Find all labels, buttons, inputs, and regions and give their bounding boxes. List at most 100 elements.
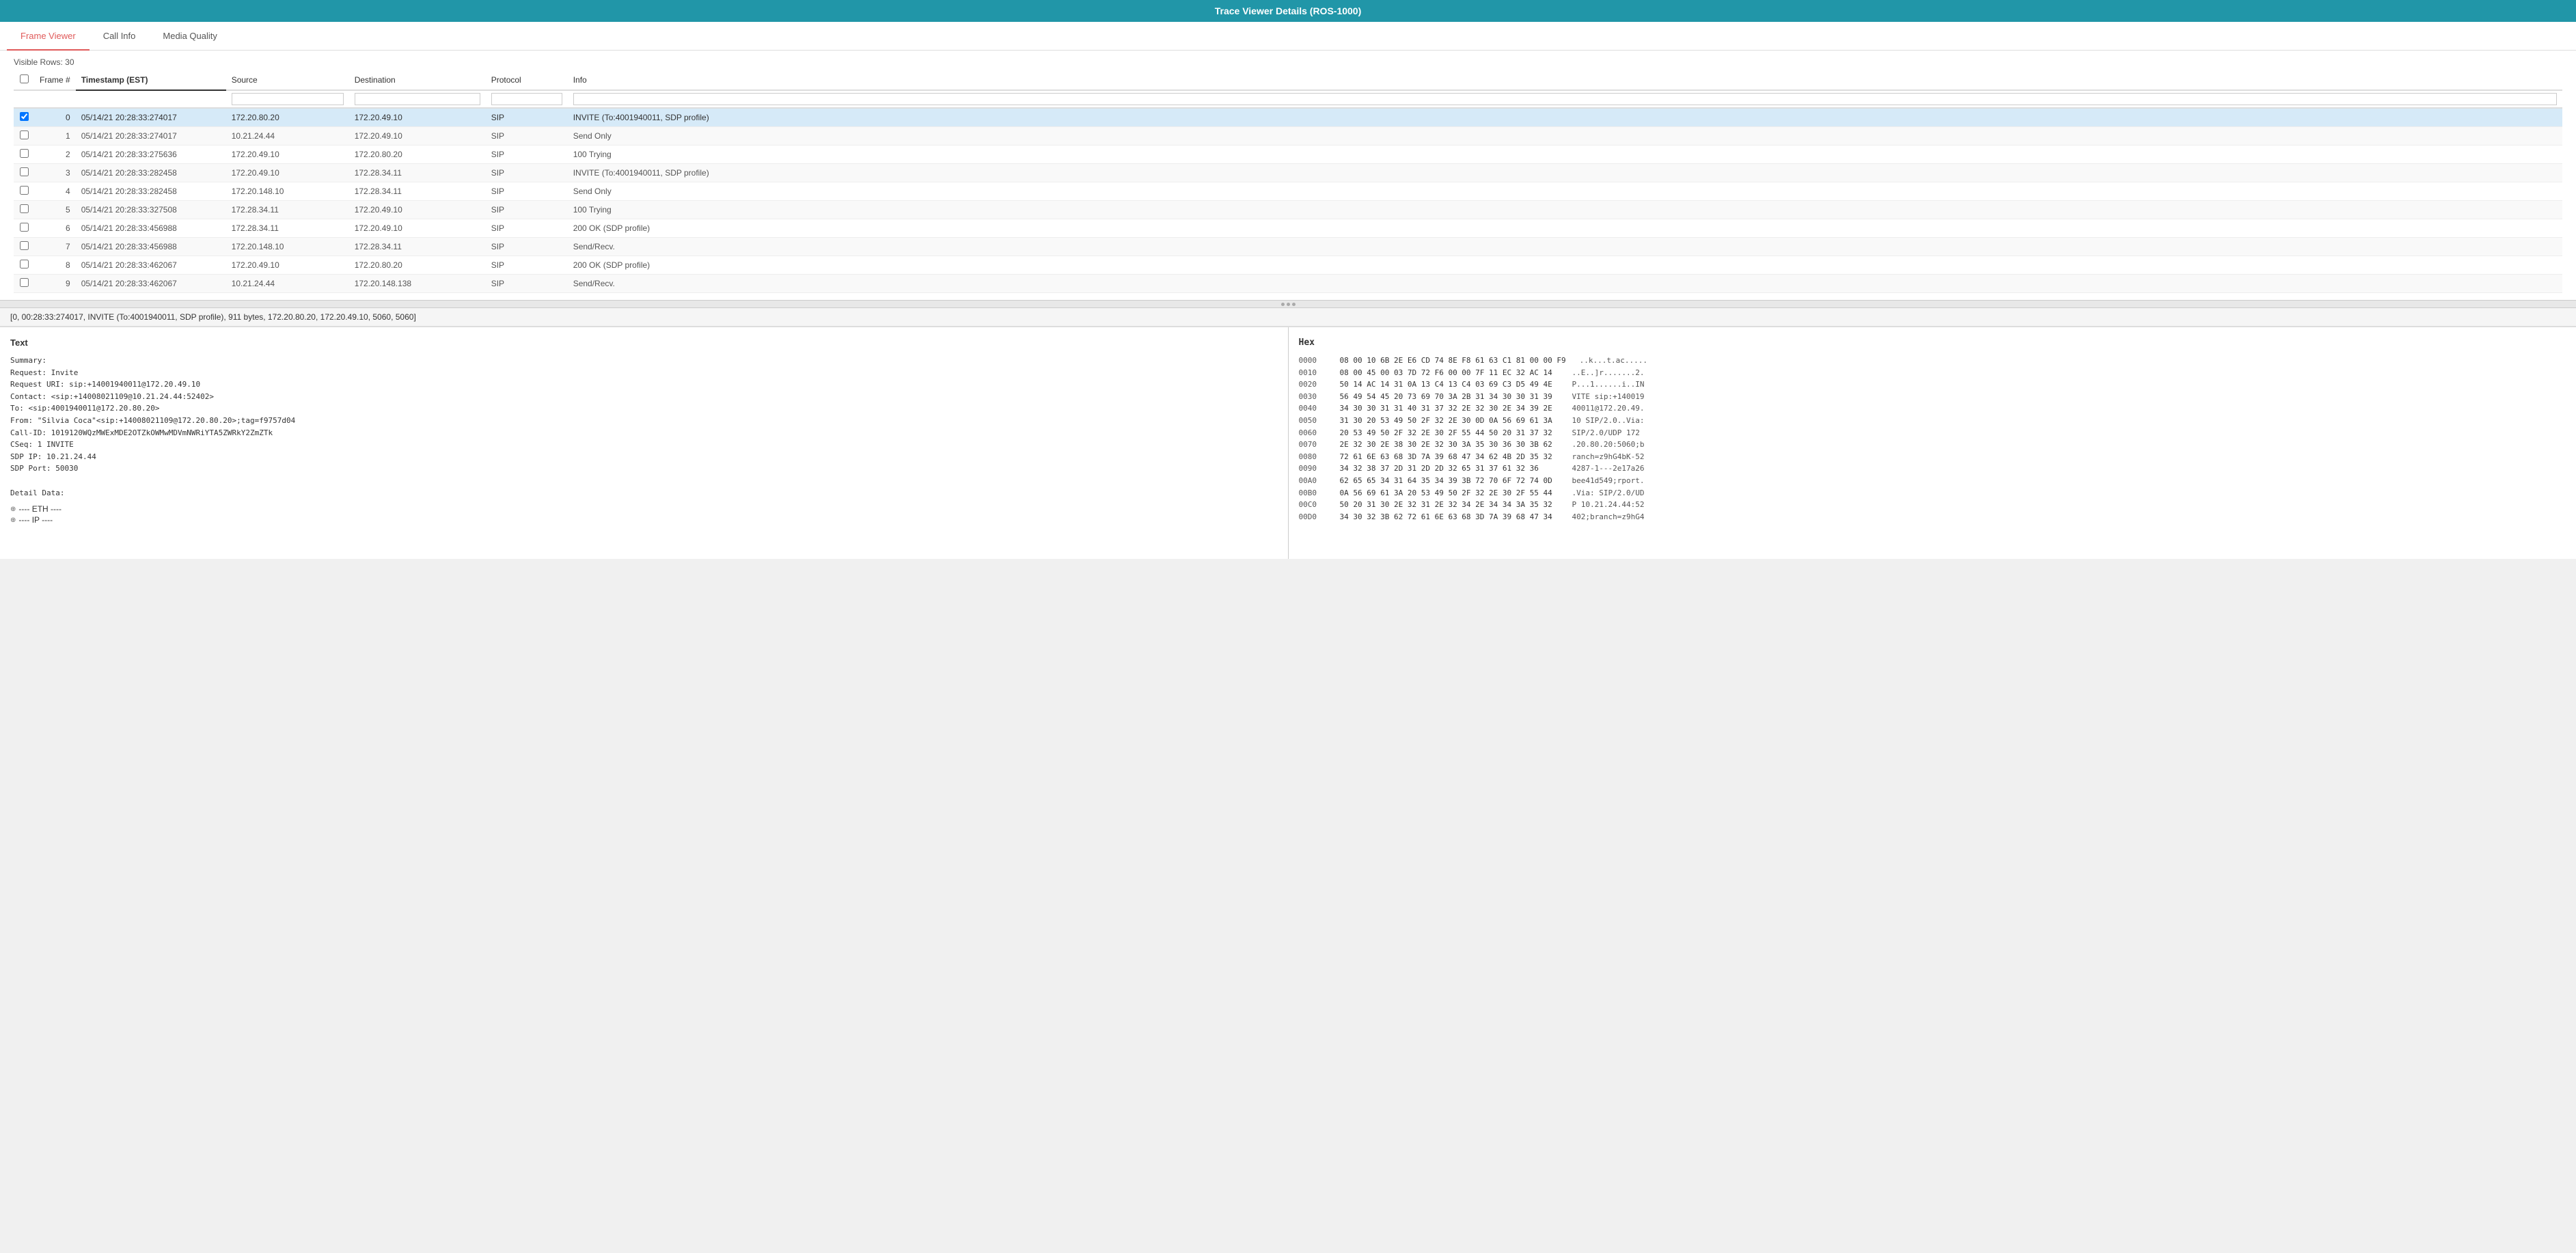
row-source: 172.20.148.10: [226, 182, 349, 201]
hex-ascii: P...1......i..IN: [1572, 378, 1645, 391]
hex-addr: 0050: [1299, 415, 1326, 427]
table-row[interactable]: 7 05/14/21 20:28:33:456988 172.20.148.10…: [14, 238, 2562, 256]
row-timestamp: 05/14/21 20:28:33:456988: [76, 219, 226, 238]
row-checkbox-cell: [14, 256, 34, 275]
row-info: 200 OK (SDP profile): [568, 256, 2562, 275]
row-info: Send Only: [568, 182, 2562, 201]
table-row[interactable]: 5 05/14/21 20:28:33:327508 172.28.34.11 …: [14, 201, 2562, 219]
hex-addr: 0080: [1299, 451, 1326, 463]
hex-addr: 0040: [1299, 402, 1326, 415]
hex-ascii: ranch=z9hG4bK-52: [1572, 451, 1645, 463]
table-row[interactable]: 8 05/14/21 20:28:33:462067 172.20.49.10 …: [14, 256, 2562, 275]
hex-addr: 00B0: [1299, 487, 1326, 499]
hex-bytes: 0A 56 69 61 3A 20 53 49 50 2F 32 2E 30 2…: [1340, 487, 1559, 499]
row-checkbox[interactable]: [20, 223, 29, 232]
row-timestamp: 05/14/21 20:28:33:462067: [76, 256, 226, 275]
header-destination[interactable]: Destination: [349, 70, 486, 90]
hex-addr: 0020: [1299, 378, 1326, 391]
row-info: 100 Trying: [568, 146, 2562, 164]
table-row[interactable]: 4 05/14/21 20:28:33:282458 172.20.148.10…: [14, 182, 2562, 201]
hex-row: 00B0 0A 56 69 61 3A 20 53 49 50 2F 32 2E…: [1299, 487, 2566, 499]
filter-source-col: [226, 90, 349, 108]
row-proto: SIP: [486, 275, 568, 293]
row-checkbox[interactable]: [20, 149, 29, 158]
select-all-checkbox[interactable]: [20, 74, 29, 83]
info-filter-input[interactable]: [573, 93, 2557, 105]
hex-addr: 0090: [1299, 463, 1326, 475]
hex-ascii: .20.80.20:5060;b: [1572, 439, 1645, 451]
proto-filter-input[interactable]: [491, 93, 562, 105]
row-dest: 172.28.34.11: [349, 182, 486, 201]
header-checkbox-col: [14, 70, 34, 90]
hex-addr: 0060: [1299, 427, 1326, 439]
hex-ascii: VITE sip:+140019: [1572, 391, 1645, 403]
hex-ascii: 40011@172.20.49.: [1572, 402, 1645, 415]
header-source[interactable]: Source: [226, 70, 349, 90]
hex-ascii: bee41d549;rport.: [1572, 475, 1645, 487]
table-row[interactable]: 6 05/14/21 20:28:33:456988 172.28.34.11 …: [14, 219, 2562, 238]
table-row[interactable]: 2 05/14/21 20:28:33:275636 172.20.49.10 …: [14, 146, 2562, 164]
row-checkbox-cell: [14, 127, 34, 146]
hex-bytes: 31 30 20 53 49 50 2F 32 2E 30 0D 0A 56 6…: [1340, 415, 1559, 427]
row-checkbox[interactable]: [20, 186, 29, 195]
row-checkbox[interactable]: [20, 278, 29, 287]
row-checkbox-cell: [14, 108, 34, 127]
hex-bytes: 08 00 10 6B 2E E6 CD 74 8E F8 61 63 C1 8…: [1340, 355, 1566, 367]
visible-rows-label: Visible Rows: 30: [14, 57, 74, 67]
row-source: 10.21.24.44: [226, 127, 349, 146]
row-frame: 9: [34, 275, 76, 293]
dest-filter-input[interactable]: [355, 93, 480, 105]
table-row[interactable]: 0 05/14/21 20:28:33:274017 172.20.80.20 …: [14, 108, 2562, 127]
row-checkbox[interactable]: [20, 130, 29, 139]
row-source: 172.28.34.11: [226, 219, 349, 238]
header-timestamp[interactable]: Timestamp (EST): [76, 70, 226, 90]
row-checkbox[interactable]: [20, 241, 29, 250]
row-checkbox[interactable]: [20, 260, 29, 268]
hex-bytes: 56 49 54 45 20 73 69 70 3A 2B 31 34 30 3…: [1340, 391, 1559, 403]
hex-addr: 00A0: [1299, 475, 1326, 487]
header-info[interactable]: Info: [568, 70, 2562, 90]
hex-row: 0050 31 30 20 53 49 50 2F 32 2E 30 0D 0A…: [1299, 415, 2566, 427]
row-dest: 172.20.49.10: [349, 201, 486, 219]
row-source: 172.20.49.10: [226, 164, 349, 182]
row-frame: 0: [34, 108, 76, 127]
row-checkbox[interactable]: [20, 112, 29, 121]
row-checkbox[interactable]: [20, 167, 29, 176]
resizer-bar[interactable]: [0, 300, 2576, 308]
table-row[interactable]: 3 05/14/21 20:28:33:282458 172.20.49.10 …: [14, 164, 2562, 182]
expand-ip[interactable]: ⊕ ---- IP ----: [10, 515, 1278, 525]
row-checkbox-cell: [14, 164, 34, 182]
hex-ascii: ..k...t.ac.....: [1580, 355, 1647, 367]
tab-call-info[interactable]: Call Info: [90, 23, 150, 51]
tab-media-quality[interactable]: Media Quality: [149, 23, 230, 51]
row-info: INVITE (To:4001940011, SDP profile): [568, 164, 2562, 182]
table-row[interactable]: 1 05/14/21 20:28:33:274017 10.21.24.44 1…: [14, 127, 2562, 146]
row-proto: SIP: [486, 108, 568, 127]
row-dest: 172.20.49.10: [349, 127, 486, 146]
row-proto: SIP: [486, 127, 568, 146]
expand-eth-label: ---- ETH ----: [18, 504, 61, 514]
tab-frame-viewer[interactable]: Frame Viewer: [7, 23, 90, 51]
row-checkbox[interactable]: [20, 204, 29, 213]
row-dest: 172.20.148.138: [349, 275, 486, 293]
row-dest: 172.20.49.10: [349, 219, 486, 238]
filter-proto-col: [486, 90, 568, 108]
row-source: 10.21.24.44: [226, 275, 349, 293]
hex-panel: Hex 0000 08 00 10 6B 2E E6 CD 74 8E F8 6…: [1289, 327, 2576, 559]
row-proto: SIP: [486, 164, 568, 182]
hex-bytes: 50 20 31 30 2E 32 31 2E 32 34 2E 34 34 3…: [1340, 499, 1559, 511]
hex-row: 0000 08 00 10 6B 2E E6 CD 74 8E F8 61 63…: [1299, 355, 2566, 367]
row-proto: SIP: [486, 182, 568, 201]
source-filter-input[interactable]: [232, 93, 344, 105]
hex-row: 0030 56 49 54 45 20 73 69 70 3A 2B 31 34…: [1299, 391, 2566, 403]
row-source: 172.20.49.10: [226, 146, 349, 164]
table-body: 0 05/14/21 20:28:33:274017 172.20.80.20 …: [14, 108, 2562, 293]
header-protocol[interactable]: Protocol: [486, 70, 568, 90]
expand-eth[interactable]: ⊕ ---- ETH ----: [10, 504, 1278, 514]
table-row[interactable]: 9 05/14/21 20:28:33:462067 10.21.24.44 1…: [14, 275, 2562, 293]
filter-info-col: [568, 90, 2562, 108]
hex-ascii: 10 SIP/2.0..Via:: [1572, 415, 1645, 427]
row-frame: 7: [34, 238, 76, 256]
header-frame[interactable]: Frame #: [34, 70, 76, 90]
frames-table: Frame # Timestamp (EST) Source Destinati…: [14, 70, 2562, 293]
